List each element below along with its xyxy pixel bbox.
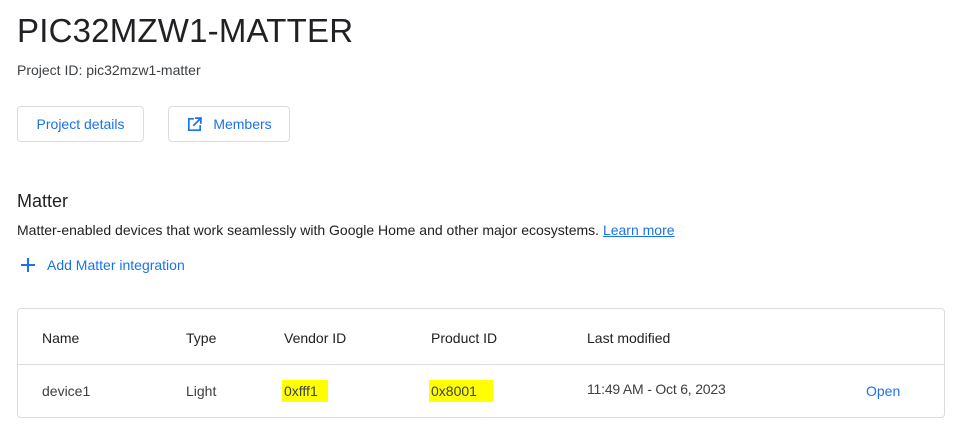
column-header-vendor-id[interactable]: Vendor ID	[284, 330, 346, 346]
open-link[interactable]: Open	[866, 383, 900, 399]
learn-more-link[interactable]: Learn more	[603, 222, 675, 238]
add-matter-integration-button[interactable]: Add Matter integration	[21, 257, 185, 273]
column-header-product-id[interactable]: Product ID	[431, 330, 497, 346]
table-row: device1 Light 0xfff1 0x8001 11:49 AM - O…	[18, 365, 944, 418]
page-title: PIC32MZW1-MATTER	[17, 12, 354, 49]
members-label: Members	[213, 116, 272, 132]
project-id: Project ID: pic32mzw1-matter	[17, 62, 201, 78]
product-id-value: 0x8001	[429, 380, 493, 402]
matter-heading: Matter	[17, 191, 69, 211]
open-in-new-icon	[188, 116, 203, 131]
add-matter-integration-label: Add Matter integration	[47, 257, 185, 273]
column-header-type[interactable]: Type	[186, 330, 216, 346]
members-button[interactable]: Members	[168, 106, 290, 142]
device-type: Light	[186, 383, 217, 399]
plus-icon	[21, 258, 35, 272]
last-modified-value: 11:49 AM - Oct 6, 2023	[587, 381, 726, 397]
vendor-id-value: 0xfff1	[282, 380, 328, 402]
column-header-last-modified[interactable]: Last modified	[587, 330, 670, 346]
table-header: Name Type Vendor ID Product ID Last modi…	[18, 309, 944, 365]
project-details-button[interactable]: Project details	[17, 106, 144, 142]
vendor-id-cell: 0xfff1	[282, 380, 328, 402]
matter-description-text: Matter-enabled devices that work seamles…	[17, 222, 600, 238]
matter-description: Matter-enabled devices that work seamles…	[17, 222, 675, 238]
integrations-table: Name Type Vendor ID Product ID Last modi…	[17, 308, 945, 418]
column-header-name[interactable]: Name	[42, 330, 79, 346]
product-id-cell: 0x8001	[429, 380, 493, 402]
device-name: device1	[42, 383, 91, 399]
